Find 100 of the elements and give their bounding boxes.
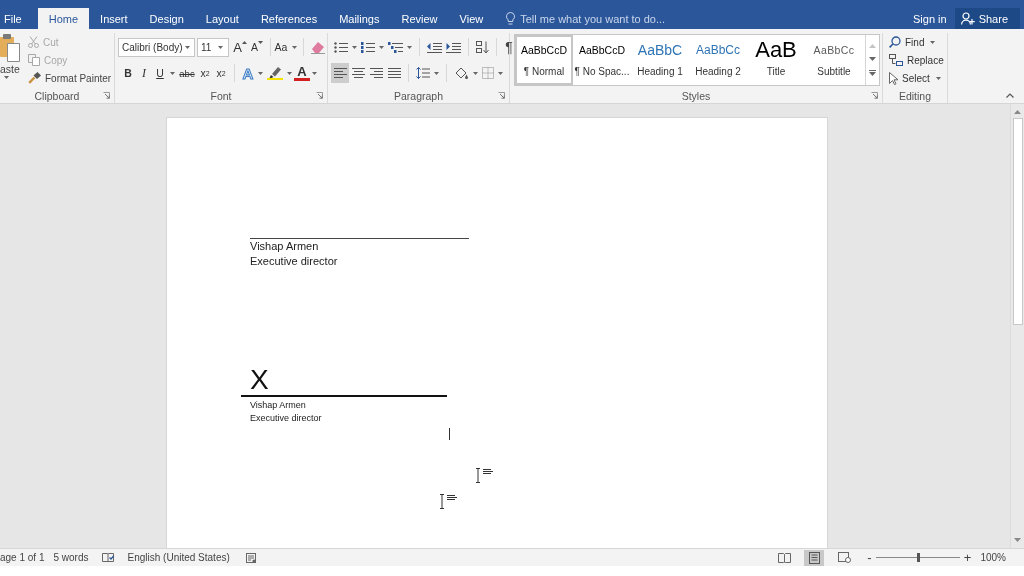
grow-font-button[interactable]: A [232, 37, 248, 57]
align-right-icon [369, 68, 383, 78]
page-count[interactable]: age 1 of 1 [0, 552, 45, 563]
select-button[interactable]: Select [889, 69, 944, 87]
align-left-button[interactable] [331, 63, 349, 83]
style-item[interactable]: AaB Title [747, 35, 805, 85]
style-item[interactable]: AaBbCcD ¶ No Spac... [573, 35, 631, 85]
paste-button[interactable]: aste [0, 33, 22, 88]
vertical-scrollbar[interactable] [1010, 104, 1024, 548]
collapse-ribbon-icon[interactable] [1006, 93, 1014, 98]
sort-icon[interactable] [476, 40, 489, 54]
book-check-icon[interactable] [101, 552, 114, 563]
caret-icon[interactable] [930, 40, 936, 44]
find-button[interactable]: Find [889, 33, 944, 51]
caret-icon[interactable] [407, 45, 412, 49]
caret-icon[interactable] [498, 71, 503, 75]
dialog-launcher-icon[interactable] [103, 92, 110, 99]
word-count[interactable]: 5 words [53, 552, 89, 563]
search-icon [889, 36, 901, 48]
dialog-launcher-icon[interactable] [498, 92, 505, 99]
gallery-down-icon[interactable] [869, 57, 876, 61]
caret-icon[interactable] [352, 45, 357, 49]
caret-icon[interactable] [312, 71, 317, 75]
group-label: Styles [681, 89, 711, 102]
ribbon-tab[interactable]: Home [37, 8, 90, 29]
increase-indent-icon[interactable] [446, 41, 461, 53]
paint-bucket-icon[interactable] [454, 66, 469, 80]
caret-icon[interactable] [4, 76, 9, 79]
caret-icon[interactable] [379, 45, 384, 49]
ribbon-tab[interactable]: References [249, 8, 329, 29]
gallery-more-icon[interactable] [869, 70, 876, 76]
zoom-level[interactable]: 100% [980, 552, 1006, 563]
dialog-launcher-icon[interactable] [871, 92, 878, 99]
caret-icon[interactable] [184, 45, 190, 49]
text-caret [449, 428, 450, 440]
font-color-button[interactable]: A [294, 65, 310, 81]
i-beam-cursor-icon [475, 468, 493, 483]
ribbon-tab[interactable]: View [448, 8, 495, 29]
scrollbar-thumb[interactable] [1012, 118, 1023, 325]
print-layout-button[interactable] [804, 549, 825, 566]
signer-title: Executive director [250, 412, 322, 425]
replace-button[interactable]: Replace [889, 51, 944, 69]
ribbon-tab[interactable]: Design [138, 8, 195, 29]
caret-icon[interactable] [935, 76, 941, 80]
scroll-up-icon[interactable] [1014, 110, 1021, 114]
zoom-slider-thumb[interactable] [916, 553, 920, 562]
caret-icon[interactable] [258, 71, 263, 75]
bold-button[interactable]: B [120, 63, 136, 83]
zoom-out-button[interactable]: - [864, 549, 875, 566]
caret-icon[interactable] [218, 45, 223, 49]
numbering-icon[interactable] [361, 41, 375, 53]
bullets-icon[interactable] [334, 41, 348, 53]
scissors-icon [28, 36, 39, 48]
paintbrush-icon [28, 72, 41, 84]
superscript-button[interactable]: x$^{2}$ [213, 63, 229, 83]
tell-me-field[interactable]: Tell me what you want to do... [520, 11, 671, 26]
caret-icon[interactable] [287, 71, 292, 75]
group-label: Editing [898, 89, 932, 102]
caret-icon[interactable] [292, 45, 298, 49]
caret-icon[interactable] [434, 71, 439, 75]
sheet-icon[interactable] [245, 552, 256, 563]
ribbon-tab[interactable]: File [0, 8, 38, 29]
strikethrough-button[interactable]: abc [177, 63, 197, 83]
font-size-combobox[interactable]: 11 [197, 37, 229, 57]
ribbon-tab[interactable]: Mailings [328, 8, 391, 29]
shrink-font-button[interactable]: A [249, 37, 265, 57]
eraser-icon[interactable] [311, 40, 325, 54]
multilevel-list-icon[interactable] [388, 41, 403, 53]
web-page-icon [837, 552, 851, 563]
replace-icon [889, 54, 903, 66]
scroll-down-icon[interactable] [1014, 538, 1021, 542]
signer-name: Vishap Armen [250, 239, 319, 254]
line-spacing-icon[interactable] [416, 67, 430, 79]
caret-icon[interactable] [473, 71, 478, 75]
italic-button[interactable]: I [136, 63, 152, 83]
i-beam-cursor-icon [439, 494, 457, 509]
font-name-combobox[interactable]: Calibri (Body) [118, 37, 195, 57]
zoom-in-button[interactable]: + [962, 549, 973, 566]
open-book-icon [777, 552, 791, 563]
caret-icon[interactable] [170, 71, 175, 75]
format-painter-button[interactable]: Format Painter [28, 69, 112, 87]
language-indicator[interactable]: English (United States) [127, 552, 230, 563]
sign-in-link[interactable]: Sign in [905, 8, 955, 29]
lightbulb-icon[interactable] [506, 12, 516, 25]
dialog-launcher-icon[interactable] [316, 92, 323, 99]
signer-title: Executive director [250, 254, 338, 269]
highlighter-icon[interactable] [267, 66, 283, 80]
ribbon-tab[interactable]: Review [390, 8, 449, 29]
signer-name: Vishap Armen [250, 399, 306, 412]
ribbon-tab[interactable]: Layout [194, 8, 250, 29]
underline-button[interactable]: U [152, 63, 168, 83]
style-item[interactable]: AaBbC Heading 1 [631, 35, 689, 85]
style-item[interactable]: AaBbCc Heading 2 [689, 35, 747, 85]
share-button[interactable]: Share [954, 8, 1020, 29]
ribbon-tab[interactable]: Insert [89, 8, 139, 29]
style-item[interactable]: AaBbCc Subtitle [805, 35, 863, 85]
show-marks-button[interactable]: ¶ [502, 37, 516, 57]
page-icon [808, 551, 820, 564]
decrease-indent-icon[interactable] [427, 41, 442, 53]
style-item[interactable]: AaBbCcD ¶ Normal [515, 35, 573, 85]
